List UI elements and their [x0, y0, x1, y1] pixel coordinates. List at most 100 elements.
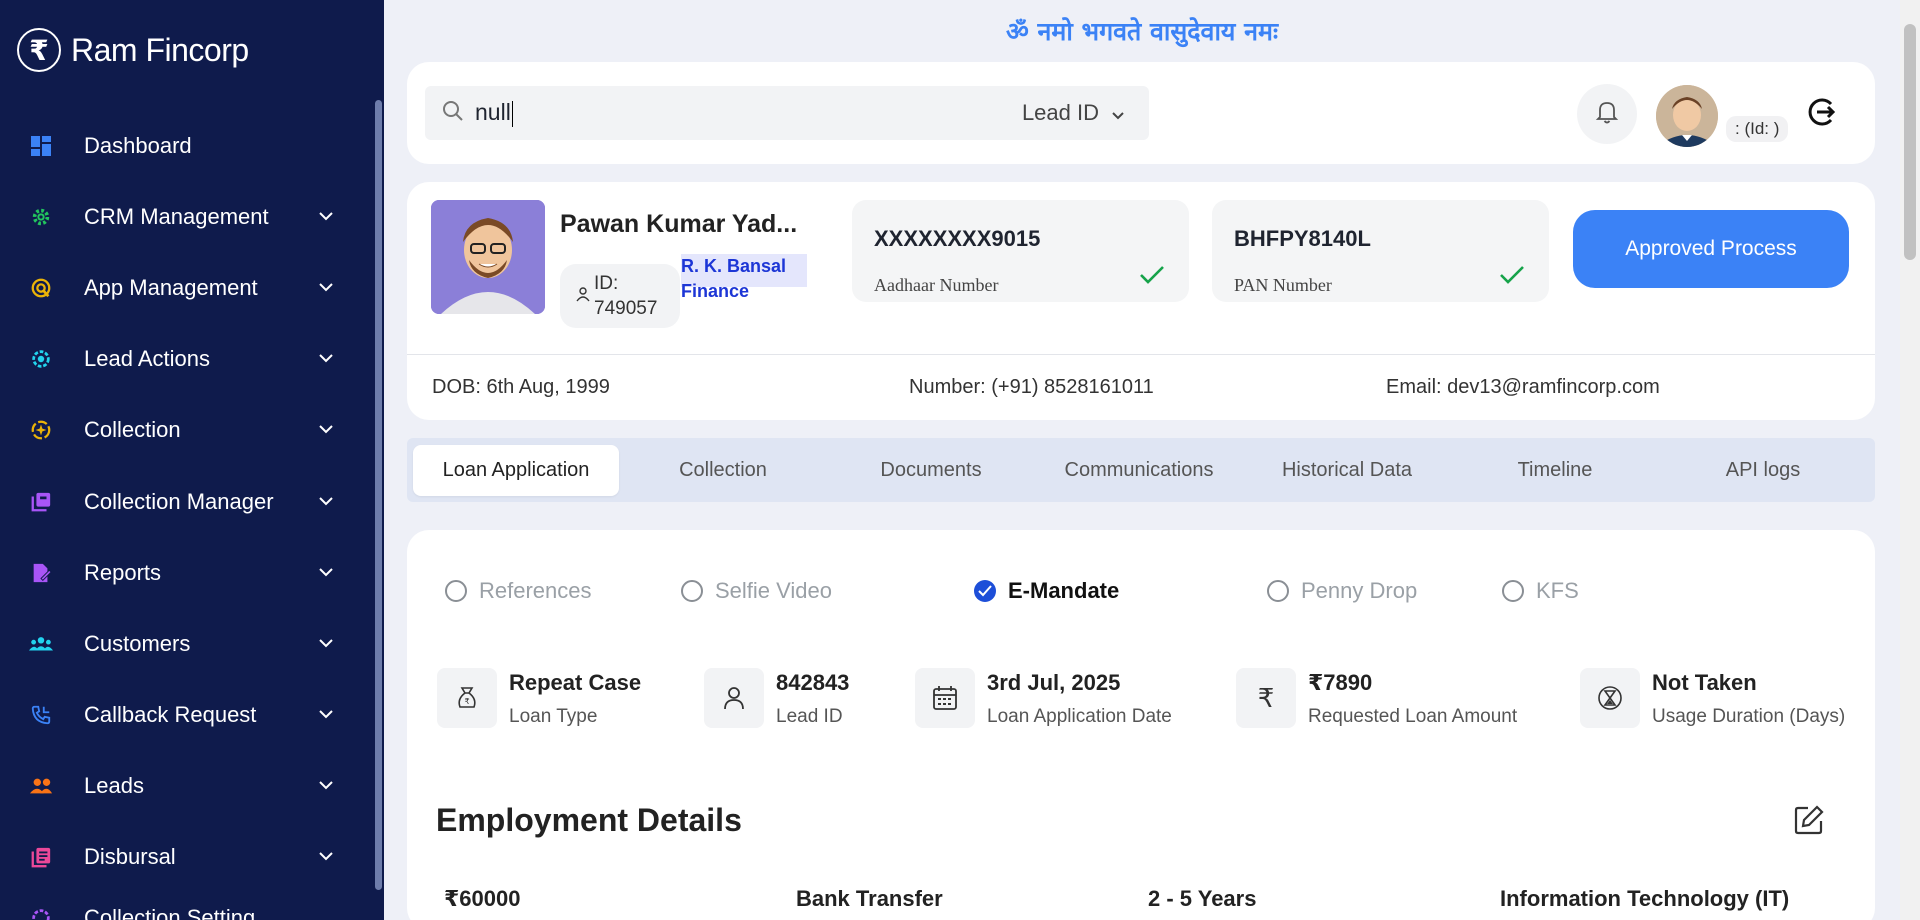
customers-icon [28, 631, 54, 657]
step-selfie-video[interactable]: Selfie Video [681, 578, 832, 604]
leads-icon [28, 773, 54, 799]
brand-name: Ram Fincorp [71, 31, 249, 68]
sidebar-item-collection[interactable]: Collection [0, 395, 372, 466]
tab-historical-data[interactable]: Historical Data [1243, 445, 1451, 496]
chevron-down-icon [318, 635, 334, 653]
brand-logo[interactable]: ₹ Ram Fincorp [17, 28, 249, 72]
lead-actions-icon [28, 346, 54, 372]
tab-communications[interactable]: Communications [1035, 445, 1243, 496]
employment-salary: ₹60000 [444, 886, 521, 911]
stat-value: 3rd Jul, 2025 [987, 670, 1121, 695]
radio-checked[interactable] [974, 580, 996, 602]
sidebar-item-label: CRM Management [84, 203, 269, 229]
sidebar-item-label: Reports [84, 559, 162, 585]
sidebar-item-crm-management[interactable]: CRM Management [0, 181, 372, 252]
step-references[interactable]: References [445, 578, 592, 604]
tab-loan-application[interactable]: Loan Application [413, 444, 619, 496]
search-type-dropdown[interactable]: Lead ID [1022, 100, 1125, 126]
verified-check-icon [1499, 264, 1525, 291]
tab-api-logs[interactable]: API logs [1659, 445, 1867, 496]
sidebar-item-reports[interactable]: Reports [0, 537, 372, 608]
sidebar-item-lead-actions[interactable]: Lead Actions [0, 324, 372, 395]
notification-button[interactable] [1577, 84, 1637, 144]
hourglass-icon [1580, 668, 1640, 728]
tab-timeline[interactable]: Timeline [1451, 445, 1659, 496]
sidebar-item-customers[interactable]: Customers [0, 608, 372, 679]
top-bar: null Lead ID : (Id: ) [407, 62, 1875, 164]
rupee-icon: ₹ [1236, 668, 1296, 728]
chevron-down-icon [318, 493, 334, 511]
aadhaar-card: XXXXXXXX9015 Aadhaar Number [852, 200, 1189, 302]
stat-requested-amount: ₹ ₹7890 Requested Loan Amount [1236, 668, 1517, 728]
search-icon [441, 99, 465, 128]
sidebar-item-label: Collection Setting [84, 905, 256, 920]
logout-button[interactable] [1805, 96, 1837, 133]
stat-label: Usage Duration (Days) [1652, 706, 1846, 727]
stat-loan-type: ₹ Repeat Case Loan Type [437, 668, 641, 728]
sidebar-item-app-management[interactable]: App Management [0, 252, 372, 323]
chevron-down-icon [1111, 100, 1125, 126]
radio-unchecked[interactable] [681, 580, 703, 602]
scrollbar-thumb[interactable] [1904, 24, 1916, 260]
chevron-down-icon [318, 421, 334, 439]
sidebar-item-collection-setting[interactable]: Collection Setting [0, 893, 372, 920]
customer-email: Email: dev13@ramfincorp.com [1386, 376, 1660, 398]
sidebar-item-collection-manager[interactable]: Collection Manager [0, 466, 372, 537]
radio-unchecked[interactable] [1267, 580, 1289, 602]
radio-unchecked[interactable] [445, 580, 467, 602]
tab-documents[interactable]: Documents [827, 445, 1035, 496]
step-penny-drop[interactable]: Penny Drop [1267, 578, 1417, 604]
pan-label: PAN Number [1234, 275, 1332, 295]
stat-application-date: 3rd Jul, 2025 Loan Application Date [915, 668, 1172, 728]
user-id-chip: : (Id: ) [1726, 116, 1789, 142]
loan-application-panel: References Selfie Video E-Mandate Penny … [407, 530, 1875, 920]
stat-label: Loan Application Date [987, 706, 1172, 727]
sidebar-item-dashboard[interactable]: Dashboard [0, 110, 372, 181]
chevron-down-icon [318, 208, 334, 226]
customer-id-text: ID: 749057 [594, 273, 658, 319]
svg-text:₹: ₹ [464, 697, 469, 706]
radio-unchecked[interactable] [1502, 580, 1524, 602]
page-scrollbar[interactable] [1900, 0, 1920, 920]
collection-manager-icon [28, 489, 54, 515]
sidebar-item-callback-request[interactable]: Callback Request [0, 680, 372, 751]
sidebar-item-label: Lead Actions [84, 346, 210, 372]
sidebar-scrollbar[interactable] [375, 100, 382, 890]
customer-photo [431, 200, 545, 314]
sidebar-item-disbursal[interactable]: Disbursal [0, 822, 372, 893]
collection-icon [28, 417, 54, 443]
sidebar: ₹ Ram Fincorp Dashboard CRM Management A… [0, 0, 384, 920]
step-kfs[interactable]: KFS [1502, 578, 1579, 604]
bell-icon [1595, 99, 1619, 130]
logout-icon [1805, 98, 1837, 132]
approved-process-button[interactable]: Approved Process [1573, 210, 1849, 288]
tab-collection[interactable]: Collection [619, 445, 827, 496]
verified-check-icon [1139, 264, 1165, 291]
stat-value: ₹7890 [1308, 670, 1373, 695]
step-e-mandate[interactable]: E-Mandate [974, 578, 1119, 604]
employment-salary-mode: Bank Transfer [796, 886, 943, 911]
customer-profile-card: Pawan Kumar Yad... ID: 749057 R. K. Bansa… [407, 182, 1875, 420]
stat-label: Lead ID [776, 706, 843, 727]
search-input[interactable]: null [475, 99, 514, 127]
sidebar-item-label: Callback Request [84, 702, 257, 728]
chevron-down-icon [318, 564, 334, 582]
user-icon [576, 286, 590, 307]
stat-value: Repeat Case [509, 670, 642, 695]
chevron-down-icon [318, 777, 334, 795]
avatar[interactable] [1656, 85, 1718, 147]
sidebar-item-leads[interactable]: Leads [0, 751, 372, 822]
pan-card: BHFPY8140L PAN Number [1212, 200, 1549, 302]
edit-icon[interactable] [1793, 804, 1825, 841]
search-box[interactable]: null Lead ID [425, 86, 1149, 140]
money-bag-icon: ₹ [437, 668, 497, 728]
collection-setting-icon [28, 905, 54, 920]
chevron-down-icon [318, 279, 334, 297]
customer-dob: DOB: 6th Aug, 1999 [432, 376, 610, 398]
tab-bar: Loan Application Collection Documents Co… [407, 438, 1875, 502]
company-name: R. K. Bansal Finance [681, 256, 787, 301]
divider [407, 354, 1875, 355]
customer-phone: Number: (+91) 8528161011 [909, 376, 1154, 398]
sidebar-item-label: App Management [84, 274, 258, 300]
step-label: Penny Drop [1301, 578, 1418, 603]
